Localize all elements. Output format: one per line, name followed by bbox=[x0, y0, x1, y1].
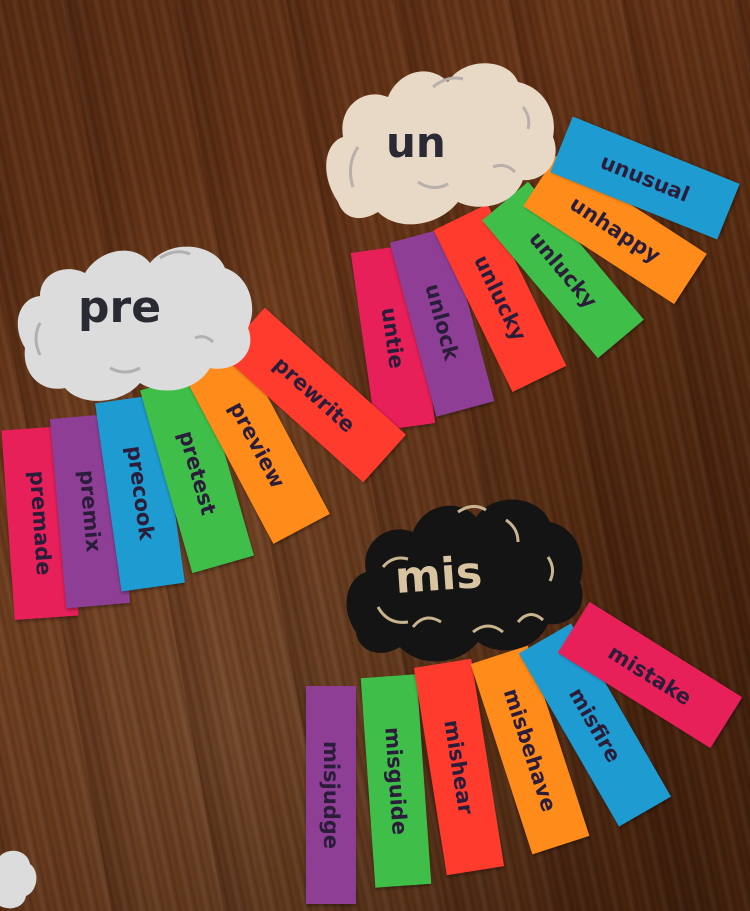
strip-label: unlock bbox=[420, 281, 464, 363]
strip-label: pretest bbox=[173, 428, 221, 518]
strip-label: premade bbox=[24, 469, 56, 577]
cloud-label-pre: pre bbox=[78, 282, 162, 333]
partial-cloud bbox=[0, 850, 37, 909]
cloud-label-un: un bbox=[386, 118, 446, 167]
strip-label: precook bbox=[121, 444, 159, 542]
strip-label: mishear bbox=[439, 718, 479, 816]
cloud-label-mis: mis bbox=[393, 547, 484, 604]
strip-label: untie bbox=[376, 305, 410, 371]
strip-misjudge: misjudge bbox=[306, 686, 356, 904]
strip-label: misjudge bbox=[319, 740, 344, 850]
strip-label: premix bbox=[74, 468, 106, 554]
strip-label: misguide bbox=[380, 726, 412, 836]
